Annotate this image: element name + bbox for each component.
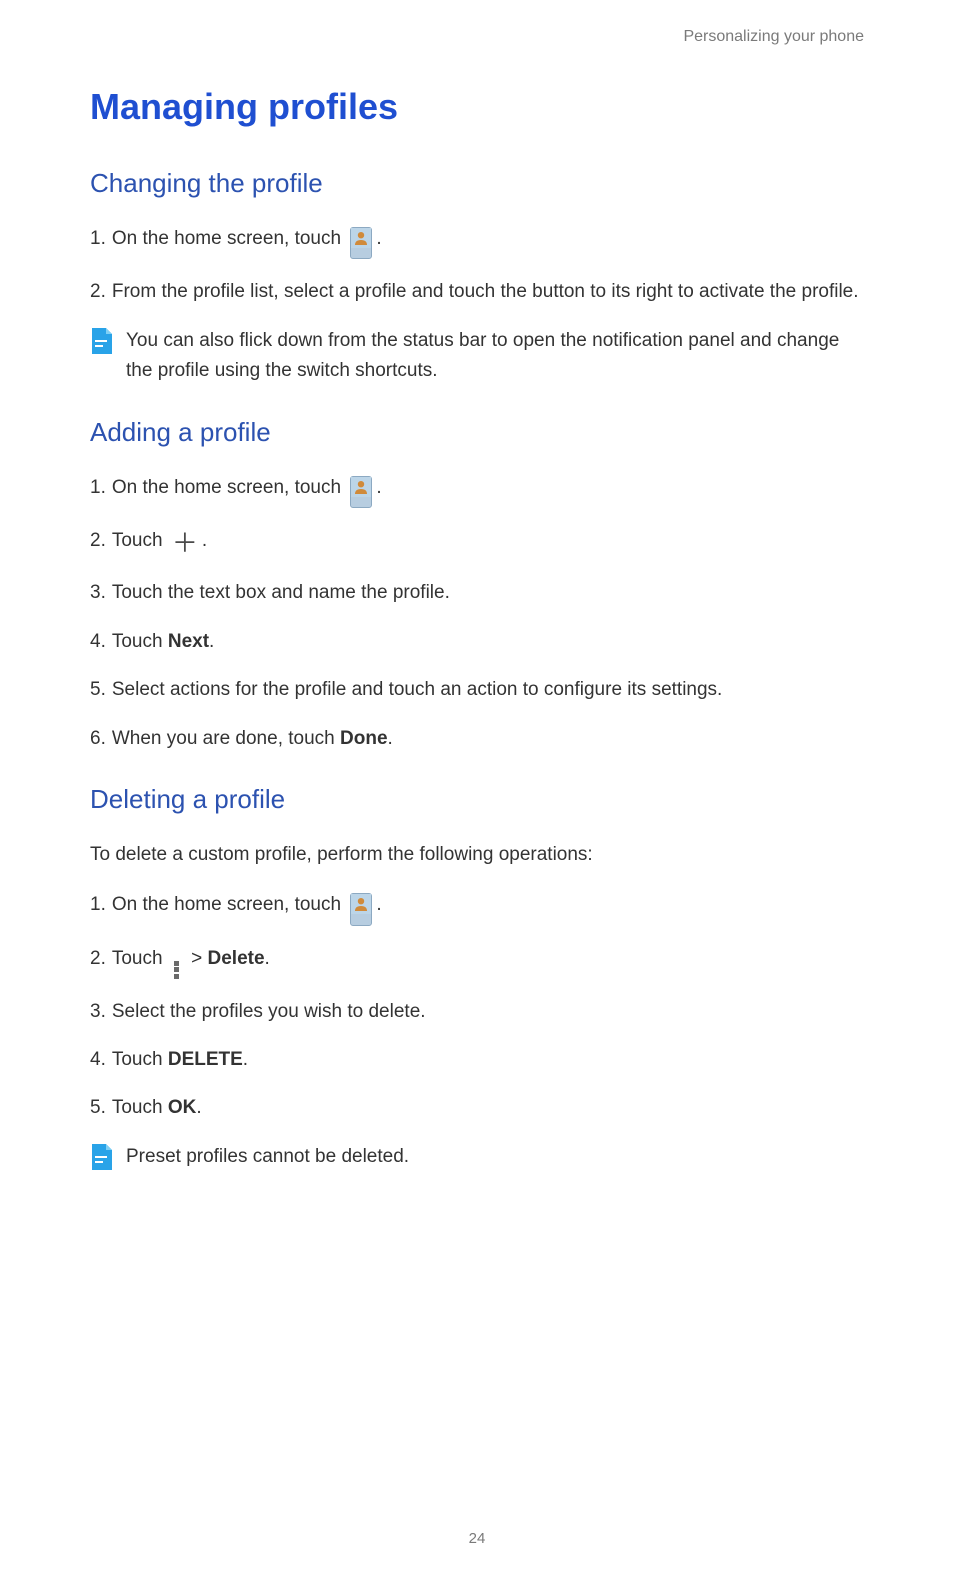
step-item: 4. Touch Next. [90,627,864,657]
bold-label: OK [168,1097,197,1118]
step-text: > [186,948,208,969]
step-text: . [209,631,214,652]
note-icon [90,328,112,354]
step-item: 4. Touch DELETE. [90,1045,864,1075]
document-page: Personalizing your phone Managing profil… [0,0,954,1577]
step-number: 6. [90,724,106,754]
step-number: 4. [90,1045,106,1075]
step-item: 3. Touch the text box and name the profi… [90,578,864,608]
steps-changing: 1. On the home screen, touch . 2. From t… [90,224,864,308]
step-body: When you are done, touch Done. [112,724,864,754]
step-body: On the home screen, touch . [112,224,864,259]
note-text: Preset profiles cannot be deleted. [126,1142,864,1172]
step-text: Touch [112,1097,168,1118]
section-heading-deleting: Deleting a profile [90,784,864,815]
page-number: 24 [0,1530,954,1547]
bold-label: Done [340,728,388,749]
step-number: 4. [90,627,106,657]
step-body: Touch the text box and name the profile. [112,578,864,608]
plus-icon: ＋ [172,528,198,560]
step-number: 1. [90,473,106,503]
step-item: 1. On the home screen, touch . [90,890,864,925]
step-item: 5. Select actions for the profile and to… [90,675,864,705]
step-item: 2. Touch > Delete. [90,944,864,979]
step-item: 6. When you are done, touch Done. [90,724,864,754]
step-text: Touch [112,530,168,551]
step-text: . [376,228,381,249]
header-breadcrumb: Personalizing your phone [90,28,864,46]
step-body: Touch DELETE. [112,1045,864,1075]
step-item: 2. From the profile list, select a profi… [90,277,864,307]
step-text: Touch [112,948,168,969]
step-number: 2. [90,944,106,974]
step-item: 1. On the home screen, touch . [90,224,864,259]
step-item: 5. Touch OK. [90,1093,864,1123]
profile-app-icon [350,476,372,508]
step-text: . [243,1049,248,1070]
bold-label: Delete [208,948,265,969]
step-number: 2. [90,277,106,307]
section-heading-adding: Adding a profile [90,417,864,448]
step-body: From the profile list, select a profile … [112,277,864,307]
step-body: On the home screen, touch . [112,473,864,508]
page-title: Managing profiles [90,86,864,128]
step-number: 5. [90,1093,106,1123]
section-heading-changing: Changing the profile [90,168,864,199]
step-item: 1. On the home screen, touch . [90,473,864,508]
step-text: . [202,530,207,551]
step-number: 5. [90,675,106,705]
step-item: 3. Select the profiles you wish to delet… [90,997,864,1027]
step-number: 3. [90,997,106,1027]
step-item: 2. Touch ＋. [90,526,864,560]
steps-deleting: 1. On the home screen, touch . 2. Touch … [90,890,864,1124]
profile-app-icon [350,893,372,925]
step-text: . [265,948,270,969]
step-text: When you are done, touch [112,728,340,749]
step-text: On the home screen, touch [112,228,346,249]
step-body: Select the profiles you wish to delete. [112,997,864,1027]
step-text: . [376,894,381,915]
note-text: You can also flick down from the status … [126,326,864,387]
intro-text: To delete a custom profile, perform the … [90,840,864,870]
step-body: Touch Next. [112,627,864,657]
step-text: . [196,1097,201,1118]
profile-app-icon [350,227,372,259]
step-body: On the home screen, touch . [112,890,864,925]
step-number: 1. [90,224,106,254]
step-text: On the home screen, touch [112,894,346,915]
step-number: 2. [90,526,106,556]
overflow-menu-icon [174,961,180,979]
step-text: . [388,728,393,749]
bold-label: DELETE [168,1049,243,1070]
step-body: Touch OK. [112,1093,864,1123]
note-block: You can also flick down from the status … [90,326,864,387]
step-text: Touch [112,631,168,652]
step-number: 1. [90,890,106,920]
step-text: Touch [112,1049,168,1070]
step-body: Touch > Delete. [112,944,864,979]
step-body: Touch ＋. [112,526,864,560]
bold-label: Next [168,631,209,652]
step-body: Select actions for the profile and touch… [112,675,864,705]
step-number: 3. [90,578,106,608]
note-icon [90,1144,112,1170]
steps-adding: 1. On the home screen, touch . 2. Touch … [90,473,864,754]
step-text: On the home screen, touch [112,477,346,498]
step-text: . [376,477,381,498]
note-block: Preset profiles cannot be deleted. [90,1142,864,1172]
